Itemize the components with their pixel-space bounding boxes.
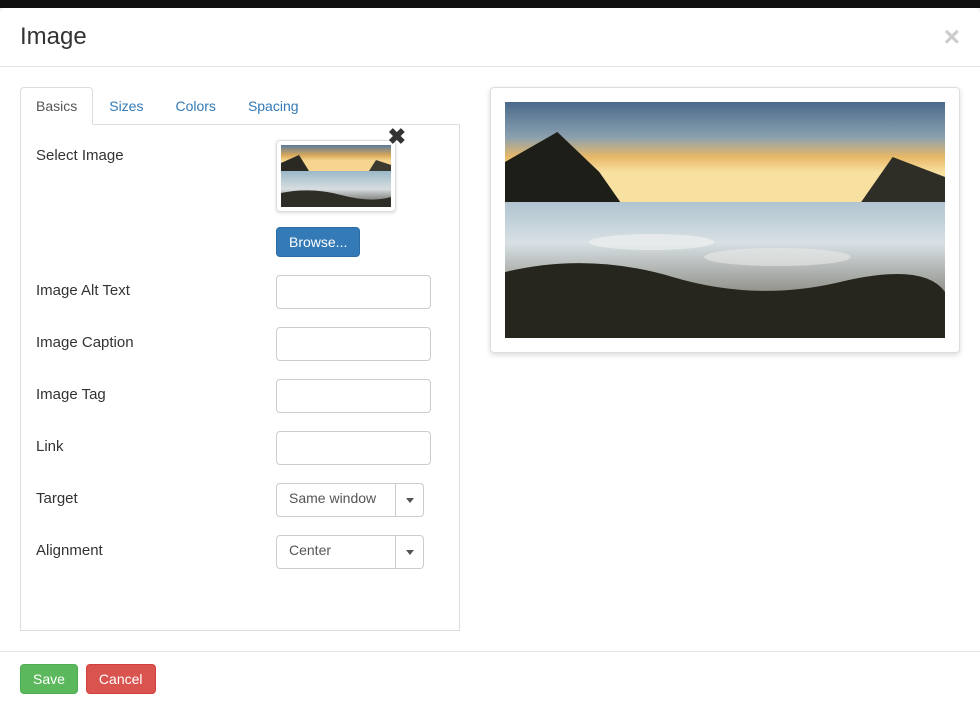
browse-button[interactable]: Browse... <box>276 227 360 257</box>
alignment-caret[interactable] <box>396 535 424 569</box>
tab-colors[interactable]: Colors <box>159 87 231 125</box>
preview-panel <box>490 87 960 631</box>
row-caption: Image Caption <box>36 327 444 361</box>
coastal-image-icon <box>281 145 391 207</box>
select-image-controls: ✖ <box>276 140 444 257</box>
row-select-image: Select Image ✖ <box>36 140 444 257</box>
close-icon: ✖ <box>388 125 406 149</box>
tab-sizes[interactable]: Sizes <box>93 87 159 125</box>
close-button[interactable]: × <box>944 23 960 51</box>
preview-card <box>490 87 960 353</box>
alt-text-input[interactable] <box>276 275 431 309</box>
label-target: Target <box>36 483 276 507</box>
remove-image-button[interactable]: ✖ <box>388 126 406 148</box>
row-tag: Image Tag <box>36 379 444 413</box>
row-target: Target Same window <box>36 483 444 517</box>
thumbnail-wrap: ✖ <box>276 140 396 215</box>
row-alignment: Alignment Center <box>36 535 444 569</box>
row-link: Link <box>36 431 444 465</box>
caption-input[interactable] <box>276 327 431 361</box>
label-alt-text: Image Alt Text <box>36 275 276 299</box>
label-caption: Image Caption <box>36 327 276 351</box>
alignment-dropdown[interactable]: Center <box>276 535 424 569</box>
cancel-button[interactable]: Cancel <box>86 664 156 694</box>
save-button[interactable]: Save <box>20 664 78 694</box>
tab-spacing[interactable]: Spacing <box>232 87 315 125</box>
label-select-image: Select Image <box>36 140 276 164</box>
label-tag: Image Tag <box>36 379 276 403</box>
target-dropdown[interactable]: Same window <box>276 483 424 517</box>
chevron-down-icon <box>406 550 414 555</box>
coastal-image-icon <box>505 102 945 338</box>
preview-image <box>505 102 945 338</box>
image-modal: Image × Basics Sizes Colors Spacing Sele… <box>0 8 980 706</box>
form-panel: Basics Sizes Colors Spacing Select Image… <box>20 87 460 631</box>
row-alt-text: Image Alt Text <box>36 275 444 309</box>
modal-footer: Save Cancel <box>0 651 980 706</box>
chevron-down-icon <box>406 498 414 503</box>
label-alignment: Alignment <box>36 535 276 559</box>
image-thumbnail[interactable] <box>276 140 396 212</box>
tab-content[interactable]: Select Image ✖ <box>20 125 460 631</box>
target-value: Same window <box>276 483 396 517</box>
tabs: Basics Sizes Colors Spacing <box>20 87 460 125</box>
tab-basics[interactable]: Basics <box>20 87 93 125</box>
target-caret[interactable] <box>396 483 424 517</box>
label-link: Link <box>36 431 276 455</box>
alignment-value: Center <box>276 535 396 569</box>
modal-header: Image × <box>0 8 980 67</box>
modal-body: Basics Sizes Colors Spacing Select Image… <box>0 67 980 651</box>
backdrop <box>0 0 980 8</box>
link-input[interactable] <box>276 431 431 465</box>
tag-input[interactable] <box>276 379 431 413</box>
modal-title: Image <box>20 23 87 51</box>
close-icon: × <box>944 21 960 52</box>
